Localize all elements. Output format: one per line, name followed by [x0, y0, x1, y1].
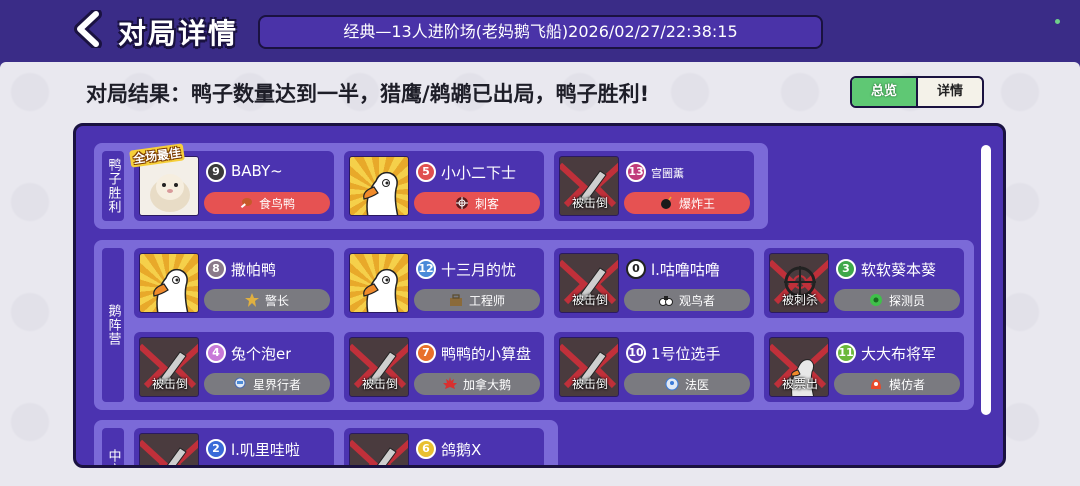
player-card[interactable]: 被击倒 0 l.咕噜咕噜 观鸟者: [554, 248, 754, 318]
role-badge: 食鸟鸭: [204, 192, 330, 214]
player-number: 10: [626, 343, 646, 363]
player-avatar: 被击倒: [559, 337, 619, 397]
death-status: 被击倒: [571, 377, 608, 391]
player-name: l.叽里哇啦: [231, 441, 300, 459]
player-name: 小小二下士: [441, 164, 517, 182]
player-avatar: 被票出: [769, 337, 829, 397]
death-status: 被刺杀: [781, 293, 818, 307]
player-number: 9: [206, 162, 226, 182]
group-label: 鹅阵营: [102, 248, 124, 402]
player-avatar: [349, 253, 409, 313]
death-status: 被票出: [781, 377, 818, 391]
players-panel[interactable]: 鸭子胜利 全场最佳 9 BABY~ 食鸟鸭 5 小小二下士 刺客 被击倒 13 …: [73, 123, 1006, 468]
back-button[interactable]: [72, 8, 106, 50]
role-badge: 爆炸王: [624, 192, 750, 214]
sheriff-star-icon: [244, 293, 259, 307]
role-badge: 工程师: [414, 289, 540, 311]
player-number: 11: [836, 343, 856, 363]
player-card[interactable]: 被击倒 4 兔个泡er 星界行者: [134, 332, 334, 402]
player-number: 5: [416, 162, 436, 182]
player-number: 0: [626, 259, 646, 279]
scrollbar[interactable]: [981, 145, 991, 415]
player-card[interactable]: 全场最佳 9 BABY~ 食鸟鸭: [129, 143, 334, 221]
role-badge: 星界行者: [204, 373, 330, 395]
group-neutral: 中立 2 l.叽里哇啦 6 鸽鹅X: [94, 420, 558, 465]
detector-icon: [869, 293, 883, 307]
toolbox-icon: [449, 293, 463, 307]
astronaut-icon: [233, 377, 247, 391]
tab-details[interactable]: 详情: [918, 78, 982, 106]
binoculars-icon: [658, 293, 673, 307]
player-number: 2: [206, 439, 226, 459]
role-badge: 刺客: [414, 192, 540, 214]
player-avatar: [139, 253, 199, 313]
player-avatar: [139, 433, 199, 465]
group-goose-faction: 鹅阵营 8 撒帕鸭 警长 12 十三月的忧 工程师 被击倒 0 l.咕噜咕噜 观…: [94, 240, 974, 410]
bomb-icon: [659, 196, 673, 210]
player-card[interactable]: 8 撒帕鸭 警长: [134, 248, 334, 318]
role-badge: 模仿者: [834, 373, 960, 395]
page-title: 对局详情: [118, 17, 239, 50]
player-avatar: 被刺杀: [769, 253, 829, 313]
match-result-text: 对局结果：鸭子数量达到一半，猎鹰/鹈鹕已出局，鸭子胜利!: [86, 82, 650, 106]
player-name: 1号位选手: [651, 345, 721, 363]
player-name: 鸭鸭的小算盘: [441, 345, 532, 363]
role-badge: 探测员: [834, 289, 960, 311]
player-card[interactable]: 5 小小二下士 刺客: [344, 151, 544, 221]
tab-overview[interactable]: 总览: [852, 78, 918, 106]
role-badge: 法医: [624, 373, 750, 395]
crosshair-icon: [455, 196, 469, 210]
drumstick-icon: [239, 196, 253, 210]
player-card[interactable]: 6 鸽鹅X: [344, 428, 544, 465]
player-number: 4: [206, 343, 226, 363]
player-avatar: [349, 156, 409, 216]
player-card[interactable]: 12 十三月的忧 工程师: [344, 248, 544, 318]
player-name: 宫圌薰: [651, 167, 684, 180]
player-name: BABY~: [231, 162, 283, 180]
player-name: 兔个泡er: [231, 345, 292, 363]
group-label: 鸭子胜利: [102, 151, 124, 221]
chevron-left-icon: [74, 8, 102, 50]
view-toggle: 总览 详情: [850, 76, 984, 108]
player-card[interactable]: 被击倒 13 宫圌薰 爆炸王: [554, 151, 754, 221]
match-info-banner: 经典—13人进阶场(老妈鹅飞船)2026/02/27/22:38:15: [258, 15, 823, 49]
player-name: 鸽鹅X: [441, 441, 482, 459]
player-avatar: [349, 433, 409, 465]
forensics-icon: [665, 377, 679, 391]
player-number: 6: [416, 439, 436, 459]
death-status: 被击倒: [571, 196, 608, 210]
player-avatar: 被击倒: [559, 253, 619, 313]
group-winners: 鸭子胜利 全场最佳 9 BABY~ 食鸟鸭 5 小小二下士 刺客 被击倒 13 …: [94, 143, 768, 229]
player-number: 7: [416, 343, 436, 363]
death-status: 被击倒: [361, 377, 398, 391]
player-name: 大大布将军: [861, 345, 937, 363]
death-status: 被击倒: [571, 293, 608, 307]
player-card[interactable]: 被票出 11 大大布将军 模仿者: [764, 332, 964, 402]
player-number: 12: [416, 259, 436, 279]
status-dot: [1055, 19, 1060, 24]
mimic-icon: [869, 377, 883, 391]
player-card[interactable]: 被刺杀 3 软软葵本葵 探测员: [764, 248, 964, 318]
player-name: 十三月的忧: [441, 261, 517, 279]
player-avatar: 被击倒: [559, 156, 619, 216]
player-name: 软软葵本葵: [861, 261, 937, 279]
player-card[interactable]: 2 l.叽里哇啦: [134, 428, 334, 465]
player-number: 3: [836, 259, 856, 279]
player-name: l.咕噜咕噜: [651, 261, 720, 279]
player-avatar: 被击倒: [349, 337, 409, 397]
role-badge: 警长: [204, 289, 330, 311]
player-number: 8: [206, 259, 226, 279]
death-status: 被击倒: [151, 377, 188, 391]
player-card[interactable]: 被击倒 10 1号位选手 法医: [554, 332, 754, 402]
group-label: 中立: [102, 428, 124, 465]
player-number: 13: [626, 162, 646, 182]
maple-leaf-icon: [442, 377, 457, 391]
player-avatar: 被击倒: [139, 337, 199, 397]
role-badge: 加拿大鹅: [414, 373, 540, 395]
role-badge: 观鸟者: [624, 289, 750, 311]
player-name: 撒帕鸭: [231, 261, 277, 279]
player-card[interactable]: 被击倒 7 鸭鸭的小算盘 加拿大鹅: [344, 332, 544, 402]
